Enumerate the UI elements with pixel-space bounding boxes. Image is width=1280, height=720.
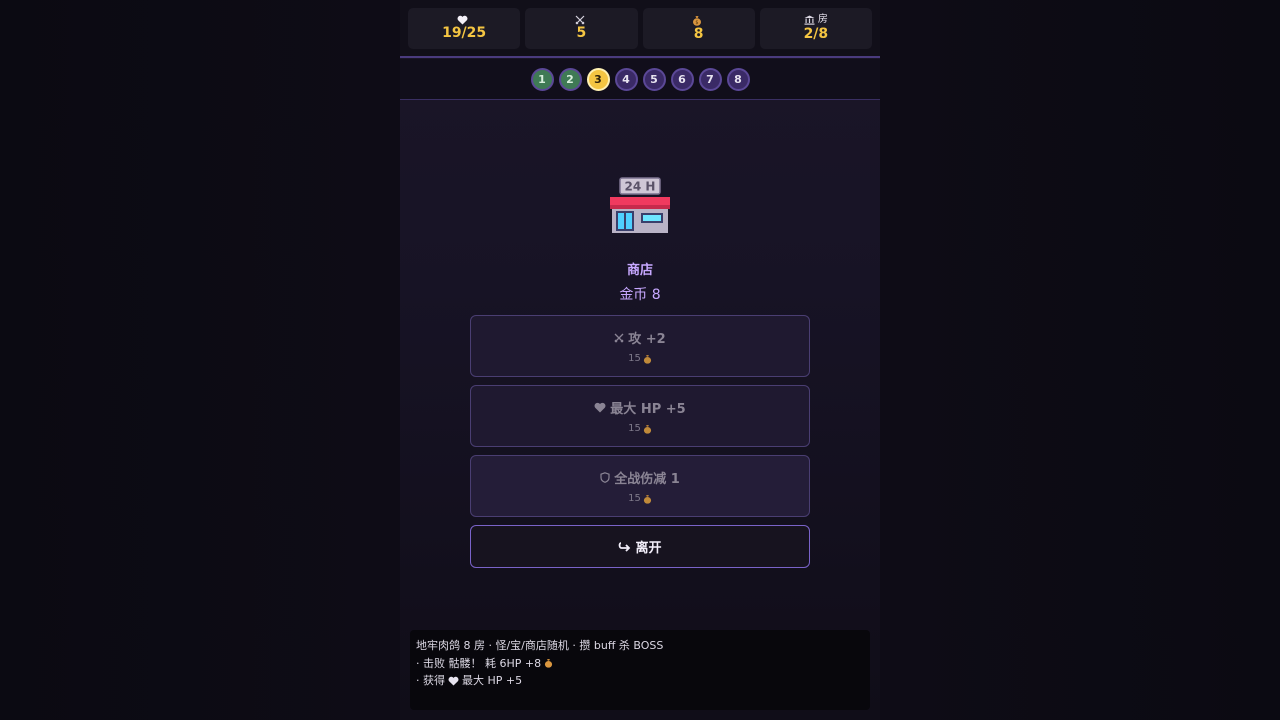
leave-label: 离开 — [635, 541, 662, 556]
stat-room-label: 房 — [817, 14, 828, 25]
option-label: 最大 HP +5 — [610, 402, 686, 417]
stat-hp: 19/25 — [408, 8, 521, 49]
room-dot-8: 8 — [726, 67, 750, 91]
right-backdrop — [880, 0, 1280, 720]
money-bag-icon — [643, 354, 652, 364]
shop-scene: 24 H 商店 金币 8 — [470, 175, 810, 304]
option-cost: 15 — [628, 353, 641, 364]
log-gain-prefix: · 获得 — [416, 674, 445, 687]
log-defeat: · 击败 骷髅！ 耗 6HP +8 — [416, 656, 542, 670]
heart-icon — [448, 676, 459, 686]
log-line: 地牢肉鸽 8 房 · 怪/宝/商店随机 · 攒 buff 杀 BOSS — [416, 637, 864, 655]
stat-room: 房 2/8 — [759, 8, 872, 49]
return-arrow-icon — [618, 541, 631, 553]
room-dot-2: 2 — [558, 67, 582, 91]
money-bag-icon — [643, 494, 652, 504]
swords-icon — [575, 15, 585, 25]
option-cost: 15 — [628, 423, 641, 434]
buy-attack-button[interactable]: 攻 +2 15 — [470, 315, 810, 377]
option-cost: 15 — [628, 493, 641, 504]
left-backdrop — [0, 0, 400, 720]
convenience-store-icon: 24 H — [608, 175, 672, 237]
shield-icon — [600, 472, 610, 483]
stat-gold: $ 8 — [642, 8, 755, 49]
room-progress: 1 2 3 4 5 6 7 8 — [400, 59, 880, 100]
log-line: · 获得 最大 HP +5 — [416, 672, 864, 690]
heart-icon — [457, 15, 468, 25]
room-dot-3: 3 — [586, 67, 610, 91]
buy-max-hp-button[interactable]: 最大 HP +5 15 — [470, 385, 810, 447]
scene-gold: 金币 8 — [619, 287, 661, 303]
money-bag-icon — [643, 424, 652, 434]
log-line: · 击败 骷髅！ 耗 6HP +8 — [416, 655, 864, 673]
money-bag-icon: $ — [692, 15, 702, 26]
event-log: 地牢肉鸽 8 房 · 怪/宝/商店随机 · 攒 buff 杀 BOSS · 击败… — [410, 630, 870, 710]
room-dot-1: 1 — [530, 67, 554, 91]
stat-room-value: 2/8 — [803, 26, 829, 42]
room-dot-5: 5 — [642, 67, 666, 91]
money-bag-icon — [544, 658, 553, 668]
heart-icon — [594, 402, 606, 413]
stat-attack-value: 5 — [576, 25, 587, 41]
game-panel: 19/25 5 $ 8 房 2/8 1 2 3 4 5 6 7 8 24 H 商… — [400, 0, 880, 720]
shop-sign-text: 24 H — [625, 180, 656, 194]
room-dot-7: 7 — [698, 67, 722, 91]
room-dot-4: 4 — [614, 67, 638, 91]
buy-damage-reduction-button[interactable]: 全战伤减 1 15 — [470, 455, 810, 517]
stat-hp-value: 19/25 — [442, 25, 487, 41]
room-dot-6: 6 — [670, 67, 694, 91]
option-label: 攻 +2 — [628, 332, 666, 347]
bank-icon — [804, 15, 815, 25]
swords-icon — [614, 333, 624, 343]
stat-gold-value: 8 — [693, 25, 704, 42]
stats-bar: 19/25 5 $ 8 房 2/8 — [400, 0, 880, 58]
stat-attack: 5 — [525, 8, 638, 49]
leave-button[interactable]: 离开 — [470, 525, 810, 568]
scene-title: 商店 — [626, 263, 653, 278]
log-intro: 地牢肉鸽 8 房 · 怪/宝/商店随机 · 攒 buff 杀 BOSS — [416, 639, 664, 652]
log-gain-suffix: 最大 HP +5 — [462, 674, 523, 687]
option-label: 全战伤减 1 — [614, 472, 680, 487]
